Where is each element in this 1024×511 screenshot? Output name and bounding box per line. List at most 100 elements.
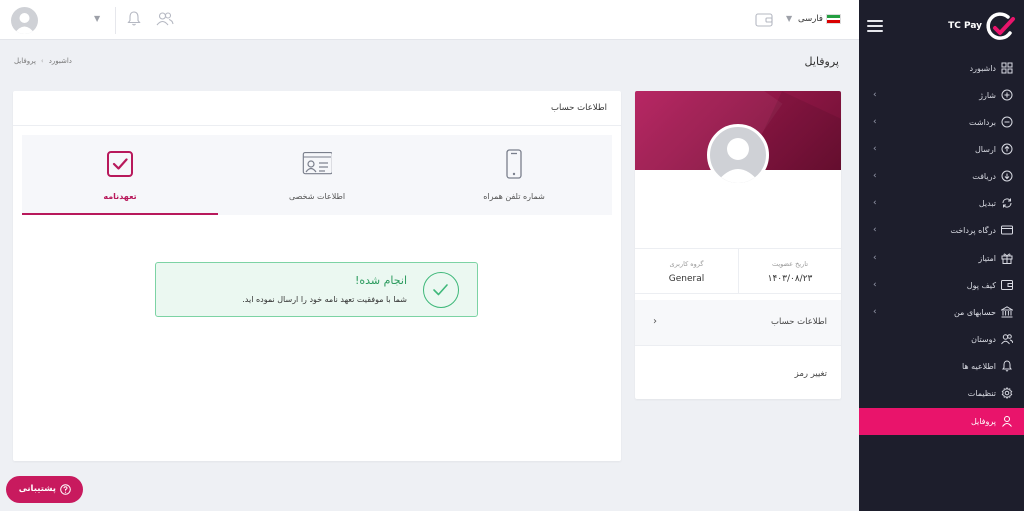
change-password-link[interactable]: تغییر رمز	[635, 352, 841, 398]
profile-avatar[interactable]	[707, 124, 769, 186]
wallet-icon[interactable]	[755, 13, 773, 27]
check-square-icon	[107, 151, 133, 177]
step-personal-label: اطلاعات شخصی	[288, 192, 346, 201]
language-caret-icon[interactable]: ▼	[786, 14, 792, 23]
sidebar-item-wallet[interactable]: کیف پول ‹	[859, 272, 1024, 299]
gear-icon	[1001, 387, 1013, 399]
sidebar-item-charge[interactable]: شارژ ‹	[859, 82, 1024, 109]
sidebar-item-receive[interactable]: دریافت ‹	[859, 163, 1024, 190]
verification-steps: شماره تلفن همراه اطلاعات شخصی تعهدنامه	[22, 135, 612, 215]
tc-pay-logo-icon[interactable]	[984, 11, 1016, 43]
header-divider	[115, 7, 116, 34]
sidebar-item-send[interactable]: ارسال ‹	[859, 136, 1024, 163]
menu-toggle-icon[interactable]	[867, 20, 883, 32]
join-date-label: تاریخ عضویت	[771, 260, 809, 268]
chevron-left-icon: ‹	[873, 144, 877, 154]
chevron-left-icon: ‹	[873, 90, 877, 100]
chevron-left-icon: ‹	[873, 225, 877, 235]
sidebar-item-label: برداشت	[969, 118, 996, 127]
sidebar-item-label: کیف پول	[966, 281, 996, 290]
sidebar-item-label: دریافت	[972, 172, 996, 181]
sidebar-item-payment-gateway[interactable]: درگاه پرداخت ‹	[859, 217, 1024, 244]
sidebar-item-my-accounts[interactable]: حسابهای من ‹	[859, 299, 1024, 326]
phone-icon	[506, 149, 522, 179]
minus-circle-icon	[1001, 116, 1013, 128]
profile-card: تاریخ عضویت ۱۴۰۳/۰۸/۲۳ گروه کاربری Gener…	[635, 91, 841, 399]
change-password-label: تغییر رمز	[794, 369, 827, 379]
user-avatar[interactable]	[11, 7, 38, 34]
breadcrumb-current: پروفایل	[14, 57, 36, 65]
step-mobile-number[interactable]: شماره تلفن همراه	[416, 135, 612, 215]
account-info-card: اطلاعات حساب شماره تلفن همراه اطلاعات شخ…	[13, 91, 621, 461]
plus-circle-icon	[1001, 89, 1013, 101]
sidebar-item-settings[interactable]: تنظیمات	[859, 380, 1024, 407]
account-info-link-label: اطلاعات حساب	[771, 317, 827, 327]
breadcrumb-separator-icon: ›	[40, 57, 44, 65]
user-menu-caret-icon[interactable]: ▼	[94, 14, 100, 23]
user-group-label: گروه کاربری	[669, 260, 704, 268]
friends-icon[interactable]	[156, 11, 174, 26]
refresh-icon	[1002, 198, 1012, 208]
sidebar-item-label: پروفایل	[970, 417, 996, 426]
support-button-label: پشتیبانی	[18, 484, 56, 494]
breadcrumb-dashboard[interactable]: داشبورد	[49, 57, 72, 65]
bell-icon	[1002, 360, 1012, 372]
join-date-value: ۱۴۰۳/۰۸/۲۳	[767, 274, 813, 284]
chevron-right-icon: ›	[653, 316, 657, 327]
sidebar-item-dashboard[interactable]: داشبورد	[859, 55, 1024, 82]
chevron-left-icon: ‹	[873, 280, 877, 290]
sidebar: TC Pay داشبورد شارژ ‹ برداشت ‹ ارسال ‹ د…	[859, 0, 1024, 511]
sidebar-item-label: حسابهای من	[953, 308, 996, 317]
sidebar-item-label: اطلاعیه ها	[961, 362, 996, 371]
id-card-icon	[302, 151, 332, 175]
language-selector[interactable]: فارسی	[798, 14, 823, 24]
chevron-left-icon: ‹	[873, 253, 877, 263]
sidebar-item-label: دوستان	[971, 335, 996, 344]
sidebar-item-label: امتیاز	[978, 254, 996, 263]
profile-stats: تاریخ عضویت ۱۴۰۳/۰۸/۲۳ گروه کاربری Gener…	[635, 248, 841, 294]
sidebar-item-label: تنظیمات	[967, 389, 996, 398]
sidebar-item-withdraw[interactable]: برداشت ‹	[859, 109, 1024, 136]
join-date-stat: تاریخ عضویت ۱۴۰۳/۰۸/۲۳	[738, 249, 841, 294]
sidebar-item-label: تبدیل	[978, 199, 996, 208]
page-title: پروفایل	[804, 55, 839, 68]
top-header: ▼ ▼ فارسی	[0, 0, 859, 40]
account-info-link[interactable]: اطلاعات حساب ›	[635, 300, 841, 346]
step-commitment[interactable]: تعهدنامه	[22, 135, 218, 215]
arrow-up-circle-icon	[1001, 143, 1013, 155]
sidebar-item-label: داشبورد	[969, 64, 996, 73]
iran-flag-icon	[826, 14, 841, 24]
wallet-icon	[1001, 280, 1013, 290]
step-mobile-label: شماره تلفن همراه	[483, 192, 545, 201]
success-title: انجام شده!	[354, 274, 407, 287]
success-check-icon	[423, 272, 459, 308]
sidebar-item-label: شارژ	[979, 91, 996, 100]
user-group-value: General	[668, 274, 705, 284]
sidebar-item-label: درگاه پرداخت	[950, 226, 996, 235]
sidebar-item-profile[interactable]: پروفایل	[859, 408, 1024, 435]
notifications-bell-icon[interactable]	[126, 10, 142, 27]
bank-icon	[1001, 306, 1013, 318]
gift-icon	[1001, 253, 1013, 264]
help-circle-icon	[60, 484, 71, 495]
sidebar-item-friends[interactable]: دوستان	[859, 326, 1024, 353]
grid-icon	[1001, 62, 1013, 74]
account-card-header: اطلاعات حساب	[13, 91, 621, 126]
chevron-left-icon: ‹	[873, 117, 877, 127]
support-button[interactable]: پشتیبانی	[6, 476, 83, 503]
step-personal-info[interactable]: اطلاعات شخصی	[219, 135, 415, 215]
step-commitment-label: تعهدنامه	[103, 192, 137, 201]
sidebar-item-points[interactable]: امتیاز ‹	[859, 245, 1024, 272]
account-card-title: اطلاعات حساب	[551, 103, 607, 113]
sidebar-header: TC Pay	[859, 0, 1024, 54]
sidebar-item-notifications[interactable]: اطلاعیه ها	[859, 353, 1024, 380]
sidebar-item-label: ارسال	[974, 145, 996, 154]
arrow-down-circle-icon	[1001, 170, 1013, 182]
success-message: شما با موفقیت تعهد نامه خود را ارسال نمو…	[242, 295, 407, 304]
credit-card-icon	[1001, 225, 1013, 235]
success-alert: انجام شده! شما با موفقیت تعهد نامه خود ر…	[155, 262, 478, 317]
breadcrumb: داشبورد › پروفایل	[14, 57, 72, 65]
sidebar-item-exchange[interactable]: تبدیل ‹	[859, 190, 1024, 217]
chevron-left-icon: ‹	[873, 307, 877, 317]
user-icon	[1002, 416, 1012, 427]
